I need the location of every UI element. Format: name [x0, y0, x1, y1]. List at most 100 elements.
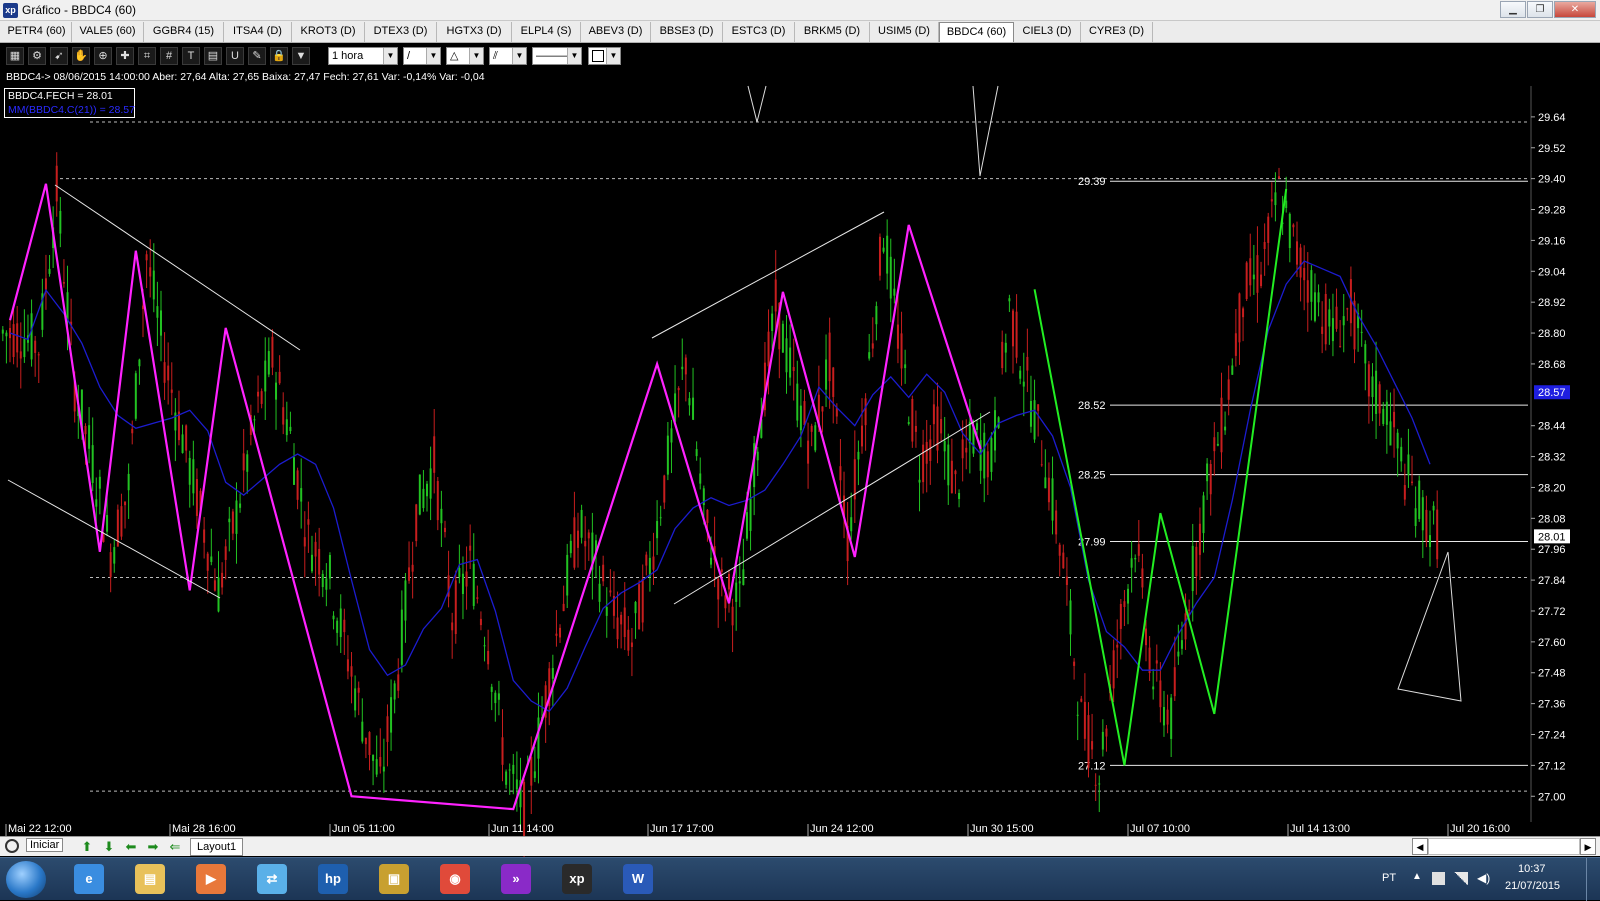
- magnifier-icon[interactable]: [5, 839, 19, 853]
- candle-body: [1418, 480, 1421, 519]
- word-icon[interactable]: W: [611, 861, 665, 898]
- candle-body: [451, 622, 454, 631]
- arrow-right-icon[interactable]: ➡: [142, 839, 164, 855]
- candle-body: [943, 440, 946, 452]
- candle-body: [501, 737, 504, 765]
- candle-body: [1364, 344, 1367, 364]
- x-tick-label: Jul 07 10:00: [1130, 823, 1190, 835]
- candle-body: [1382, 408, 1385, 425]
- candle-body: [839, 466, 842, 481]
- volume-icon[interactable]: ◀): [1477, 871, 1490, 885]
- candle-body: [454, 580, 457, 635]
- candle-body: [1436, 509, 1439, 560]
- candle-body: [440, 508, 443, 524]
- media-player-icon[interactable]: ▶: [184, 861, 238, 898]
- scroll-left-button[interactable]: ◀: [1412, 838, 1428, 855]
- candle-body: [400, 609, 403, 665]
- start-label[interactable]: Iniciar: [26, 838, 64, 852]
- level-label: 28.52: [1078, 400, 1106, 412]
- candle-body: [1026, 356, 1029, 371]
- network-icon[interactable]: ⇄: [245, 861, 299, 898]
- arrow-down-icon[interactable]: ⬇: [98, 839, 120, 855]
- app-icon[interactable]: ▣: [367, 861, 421, 898]
- candle-body: [893, 288, 896, 296]
- candle-body: [1137, 544, 1140, 556]
- candle-body: [745, 512, 748, 539]
- candle-body: [735, 582, 738, 602]
- hp-icon[interactable]: hp: [306, 861, 360, 898]
- candle-body: [1216, 443, 1219, 446]
- candle-body: [12, 324, 15, 358]
- arrow-up-icon[interactable]: ⬆: [76, 839, 98, 855]
- candle-body: [886, 235, 889, 274]
- candle-body: [641, 579, 644, 623]
- language-indicator[interactable]: PT: [1382, 872, 1396, 884]
- candle-body: [1202, 495, 1205, 534]
- candle-body: [911, 398, 914, 442]
- show-desktop-button[interactable]: [1586, 858, 1598, 901]
- chrome-icon[interactable]: ◉: [428, 861, 482, 898]
- signal-icon[interactable]: [1454, 872, 1468, 885]
- trend-line: [7, 479, 221, 599]
- candle-body: [799, 405, 802, 431]
- xp-forward-icon[interactable]: »: [489, 861, 543, 898]
- hp-glyph: hp: [318, 864, 348, 894]
- candle-body: [1396, 432, 1399, 449]
- candle-body: [310, 554, 313, 572]
- candle-body: [390, 697, 393, 733]
- candle-body: [282, 407, 285, 425]
- candle-body: [483, 645, 486, 647]
- candle-body: [1242, 308, 1245, 318]
- candle-body: [260, 391, 263, 404]
- arrow-back-icon[interactable]: ⇐: [164, 839, 186, 855]
- candle-body: [731, 606, 734, 626]
- candle-body: [803, 401, 806, 426]
- candle-body: [469, 545, 472, 551]
- flag-icon[interactable]: [1432, 872, 1445, 885]
- xp-app-icon[interactable]: xp: [550, 861, 604, 898]
- candle-body: [958, 492, 961, 499]
- internet-explorer-icon[interactable]: e: [62, 861, 116, 898]
- candle-body: [1335, 306, 1338, 329]
- file-explorer-icon[interactable]: ▤: [123, 861, 177, 898]
- candle-body: [1011, 310, 1014, 347]
- arrow-left-icon[interactable]: ⬅: [120, 839, 142, 855]
- candle-body: [95, 499, 98, 507]
- y-tick-label: 29.04: [1538, 266, 1566, 278]
- candle-body: [336, 620, 339, 633]
- candle-body: [364, 737, 367, 745]
- clock-date[interactable]: 21/07/2015: [1505, 880, 1560, 892]
- horizontal-scrollbar-track[interactable]: [1428, 838, 1580, 855]
- candle-body: [343, 619, 346, 633]
- price-chart[interactable]: 29.64 29.52 29.40 29.28 29.16 29.04 28.92 28.80…: [0, 0, 1600, 900]
- candle-body: [602, 564, 605, 582]
- candle-body: [1231, 365, 1234, 375]
- candle-body: [1040, 464, 1043, 466]
- clock-time[interactable]: 10:37: [1518, 863, 1546, 875]
- windows-start-orb[interactable]: [6, 861, 46, 898]
- candle-body: [882, 247, 885, 252]
- candle-body: [328, 555, 331, 579]
- candle-body: [1145, 628, 1147, 646]
- candle-body: [774, 279, 777, 312]
- candle-body: [1403, 485, 1406, 500]
- candle-body: [479, 618, 482, 626]
- candle-body: [907, 422, 910, 424]
- scroll-right-button[interactable]: ▶: [1580, 838, 1596, 855]
- candle-body: [124, 501, 127, 506]
- candle-body: [1134, 557, 1137, 560]
- tray-arrow-icon[interactable]: ▲: [1412, 871, 1422, 882]
- candle-body: [1170, 697, 1173, 739]
- candle-body: [1393, 411, 1396, 428]
- tab-layout1[interactable]: Layout1: [190, 838, 244, 856]
- candle-body: [929, 439, 932, 461]
- candle-body: [188, 457, 191, 485]
- candle-body: [559, 627, 562, 638]
- candle-body: [699, 473, 702, 484]
- candle-body: [91, 445, 94, 483]
- candle-body: [1220, 397, 1223, 453]
- v-mark: [972, 85, 999, 177]
- candle-body: [508, 769, 511, 771]
- candle-body: [228, 518, 231, 523]
- internet-explorer-glyph: e: [74, 864, 104, 894]
